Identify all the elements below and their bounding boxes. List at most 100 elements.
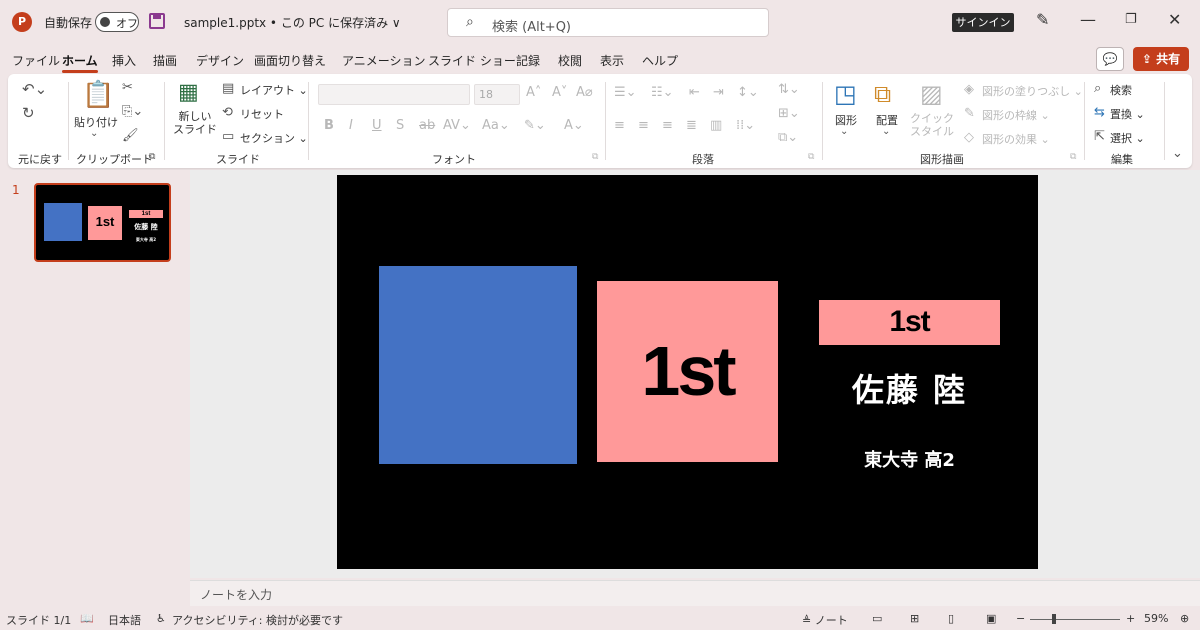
replace-label[interactable]: 置換 ⌄ bbox=[1110, 106, 1145, 122]
align-left-icon[interactable]: ≡ bbox=[614, 118, 625, 133]
redo-icon[interactable]: ↻ bbox=[22, 104, 35, 122]
reset-icon[interactable]: ⟲ bbox=[222, 105, 233, 120]
tab-view[interactable]: 表示 bbox=[600, 52, 624, 69]
notes-pane[interactable]: ノートを入力 bbox=[190, 580, 1200, 606]
student-name-text[interactable]: 佐藤 陸 bbox=[819, 370, 1000, 410]
font-size-combo[interactable]: 18 bbox=[474, 84, 520, 105]
notes-button[interactable]: ≜ ノート bbox=[802, 612, 848, 628]
new-slide-label[interactable]: 新しい スライド bbox=[173, 110, 217, 136]
share-button[interactable]: ⇪ 共有 bbox=[1133, 47, 1189, 71]
pink-banner-shape[interactable]: 1st bbox=[819, 300, 1000, 345]
tab-draw[interactable]: 描画 bbox=[153, 52, 177, 69]
pink-square-text[interactable]: 1st bbox=[597, 331, 778, 411]
layout-icon[interactable]: ▤ bbox=[222, 81, 234, 96]
pink-banner-text[interactable]: 1st bbox=[819, 304, 1000, 340]
slideshow-icon[interactable]: ▣ bbox=[986, 612, 996, 625]
cut-icon[interactable]: ✂ bbox=[122, 80, 133, 95]
shape-effect-label[interactable]: 図形の効果 ⌄ bbox=[982, 131, 1050, 147]
tab-insert[interactable]: 挿入 bbox=[112, 52, 136, 69]
tab-slideshow[interactable]: スライド ショー bbox=[428, 52, 516, 69]
bullets-icon[interactable]: ☰⌄ bbox=[614, 85, 637, 100]
blue-square-shape[interactable] bbox=[379, 266, 577, 464]
distributed-icon[interactable]: ▥ bbox=[710, 118, 722, 133]
restore-icon[interactable]: ❐ bbox=[1125, 12, 1137, 27]
find-label[interactable]: 検索 bbox=[1110, 82, 1132, 98]
italic-icon[interactable]: I bbox=[349, 118, 353, 133]
zoom-slider[interactable] bbox=[1030, 619, 1120, 620]
smartart-icon[interactable]: ⧉⌄ bbox=[778, 130, 798, 145]
shrink-font-icon[interactable]: A˅ bbox=[552, 85, 567, 100]
tab-animations[interactable]: アニメーション bbox=[342, 52, 426, 69]
shadow-icon[interactable]: S bbox=[396, 118, 404, 133]
bold-icon[interactable]: B bbox=[324, 118, 334, 133]
shape-fill-icon[interactable]: ◈ bbox=[964, 82, 974, 97]
select-icon[interactable]: ⇱ bbox=[1094, 129, 1105, 144]
reset-label[interactable]: リセット bbox=[240, 106, 284, 122]
pen-icon[interactable]: ✎ bbox=[1036, 10, 1049, 29]
tab-help[interactable]: ヘルプ bbox=[642, 52, 678, 69]
dialog-launcher-icon[interactable]: ⧉ bbox=[1070, 152, 1076, 162]
collapse-ribbon-icon[interactable]: ⌄ bbox=[1172, 146, 1183, 161]
shape-outline-label[interactable]: 図形の枠線 ⌄ bbox=[982, 107, 1050, 123]
section-label[interactable]: セクション ⌄ bbox=[240, 130, 308, 146]
slide-sorter-icon[interactable]: ⊞ bbox=[910, 612, 919, 625]
new-slide-icon[interactable]: ▦ bbox=[178, 80, 199, 105]
dialog-launcher-icon[interactable]: ⧉ bbox=[149, 152, 155, 162]
chevron-down-icon[interactable]: ⌄ bbox=[840, 126, 848, 137]
decrease-indent-icon[interactable]: ⇤ bbox=[689, 85, 700, 100]
arrange-icon[interactable]: ⧉ bbox=[874, 80, 891, 108]
search-box[interactable]: ⌕ 検索 (Alt+Q) bbox=[447, 8, 769, 37]
quick-style-icon[interactable]: ▨ bbox=[920, 80, 943, 108]
zoom-in-icon[interactable]: + bbox=[1126, 612, 1135, 625]
columns-icon[interactable]: ⁞⁞⌄ bbox=[736, 118, 755, 133]
accessibility-status[interactable]: アクセシビリティ: 検討が必要です bbox=[172, 612, 343, 628]
numbering-icon[interactable]: ☷⌄ bbox=[651, 85, 674, 100]
font-color-icon[interactable]: A⌄ bbox=[564, 118, 584, 133]
quick-style-label[interactable]: クイック スタイル bbox=[910, 112, 954, 138]
tab-home[interactable]: ホーム bbox=[62, 52, 98, 73]
line-spacing-icon[interactable]: ↕⌄ bbox=[737, 85, 759, 100]
change-case-icon[interactable]: Aa⌄ bbox=[482, 118, 510, 133]
font-name-combo[interactable] bbox=[318, 84, 470, 105]
save-icon[interactable] bbox=[149, 13, 165, 29]
accessibility-icon[interactable]: ♿ bbox=[156, 612, 166, 625]
format-painter-icon[interactable]: 🖌 bbox=[122, 128, 139, 143]
comment-button[interactable]: 💬 bbox=[1096, 47, 1124, 71]
align-center-icon[interactable]: ≡ bbox=[638, 118, 649, 133]
document-title[interactable]: sample1.pptx • この PC に保存済み ∨ bbox=[184, 14, 401, 31]
school-text[interactable]: 東大寺 高2 bbox=[819, 449, 1000, 473]
dialog-launcher-icon[interactable]: ⧉ bbox=[592, 152, 598, 162]
slide-canvas[interactable]: 1st 1st 佐藤 陸 東大寺 高2 bbox=[337, 175, 1038, 569]
paste-icon[interactable]: 📋 bbox=[82, 80, 114, 110]
dialog-launcher-icon[interactable]: ⧉ bbox=[808, 152, 814, 162]
find-icon[interactable]: ⌕ bbox=[1094, 81, 1101, 96]
zoom-level[interactable]: 59% bbox=[1144, 612, 1168, 625]
section-icon[interactable]: ▭ bbox=[222, 129, 234, 144]
chevron-down-icon[interactable]: ⌄ bbox=[90, 128, 98, 139]
increase-indent-icon[interactable]: ⇥ bbox=[713, 85, 724, 100]
layout-label[interactable]: レイアウト ⌄ bbox=[240, 82, 308, 98]
select-label[interactable]: 選択 ⌄ bbox=[1110, 130, 1145, 146]
slide-thumbnail[interactable]: 1st 1st 佐藤 陸 東大寺 高2 bbox=[34, 183, 171, 262]
language[interactable]: 日本語 bbox=[108, 612, 141, 628]
highlight-icon[interactable]: ✎⌄ bbox=[524, 118, 546, 133]
replace-icon[interactable]: ⇆ bbox=[1094, 105, 1105, 120]
tab-review[interactable]: 校閲 bbox=[558, 52, 582, 69]
normal-view-icon[interactable]: ▭ bbox=[872, 612, 882, 625]
strikethrough-icon[interactable]: ab bbox=[419, 118, 435, 133]
tab-transitions[interactable]: 画面切り替え bbox=[254, 52, 326, 69]
tab-file[interactable]: ファイル bbox=[12, 52, 60, 69]
zoom-slider-thumb[interactable] bbox=[1052, 614, 1056, 624]
align-right-icon[interactable]: ≡ bbox=[662, 118, 673, 133]
align-text-icon[interactable]: ⊞⌄ bbox=[778, 106, 800, 121]
justify-icon[interactable]: ≣ bbox=[686, 118, 697, 133]
close-icon[interactable]: ✕ bbox=[1168, 10, 1181, 29]
chevron-down-icon[interactable]: ⌄ bbox=[882, 126, 890, 137]
autosave-toggle[interactable]: オフ bbox=[95, 12, 139, 32]
tab-record[interactable]: 記録 bbox=[516, 52, 540, 69]
shape-effect-icon[interactable]: ◇ bbox=[964, 130, 974, 145]
tab-design[interactable]: デザイン bbox=[196, 52, 244, 69]
pink-square-shape[interactable]: 1st bbox=[597, 281, 778, 462]
reading-view-icon[interactable]: ▯ bbox=[948, 612, 954, 625]
zoom-out-icon[interactable]: − bbox=[1016, 612, 1025, 625]
